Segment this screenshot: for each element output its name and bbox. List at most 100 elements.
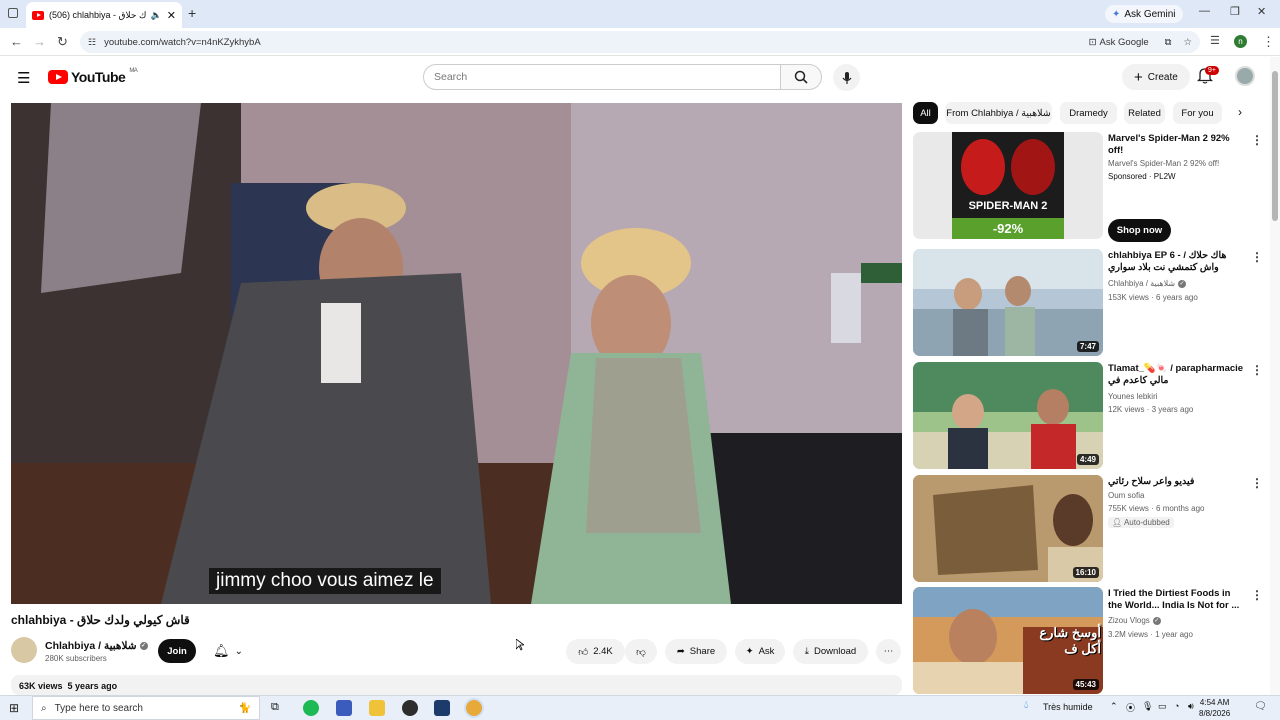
ad-sponsored-label: Sponsored · PL2W <box>1108 172 1176 181</box>
video-title[interactable]: فيديو واعر سلاح رئاتي <box>1108 476 1244 488</box>
video-channel[interactable]: Chlahbiya / شلاهبية ✓ <box>1108 279 1187 288</box>
tab-search-icon[interactable] <box>8 8 18 18</box>
video-menu-icon[interactable]: ⋮ <box>1251 589 1263 601</box>
duration-badge: 7:47 <box>1076 341 1099 352</box>
region-code: MA <box>129 68 138 74</box>
chip-from-channel[interactable]: From Chlahbiya / شلاهبية <box>945 102 1052 124</box>
video-menu-icon[interactable]: ⋮ <box>1251 477 1263 489</box>
microphone-tray-icon[interactable]: 🎙︎ <box>1142 701 1153 712</box>
channel-avatar[interactable] <box>11 637 37 663</box>
address-bar[interactable]: ☷ youtube.com/watch?v=n4nKZykhybA ⊡ Ask G… <box>80 31 1200 53</box>
windows-start-icon[interactable]: ⊞ <box>9 701 19 715</box>
share-button[interactable]: ➦ Share <box>665 639 727 664</box>
new-tab-icon[interactable]: + <box>188 5 196 21</box>
video-title[interactable]: I Tried the Dirtiest Foods in the World.… <box>1108 588 1244 612</box>
video-channel[interactable]: Younes lebkiri <box>1108 392 1158 401</box>
video-thumbnail[interactable]: 4:49 <box>913 362 1103 469</box>
location-icon[interactable]: ⦿ <box>1126 701 1135 714</box>
ask-google-button[interactable]: ⊡ Ask Google <box>1089 37 1149 48</box>
channel-name-text[interactable]: Chlahbiya / شلاهبية <box>45 640 137 652</box>
video-menu-icon[interactable]: ⋮ <box>1251 251 1263 263</box>
reading-list-icon[interactable]: ☰ <box>1210 34 1220 47</box>
subscription-bell-button[interactable]: 🔔︎ ⌄ <box>203 639 253 663</box>
spotify-icon[interactable] <box>303 700 319 716</box>
scrollbar-thumb[interactable] <box>1272 71 1278 221</box>
chip-dramedy[interactable]: Dramedy <box>1060 102 1117 124</box>
ask-gemini-button[interactable]: ✦ Ask Gemini <box>1105 5 1183 23</box>
steam-icon[interactable] <box>434 700 450 716</box>
recorder-icon[interactable] <box>402 700 418 716</box>
taskbar-search-input[interactable]: ⌕ Type here to search 🐈 <box>32 696 260 720</box>
video-thumbnail[interactable]: 7:47 <box>913 249 1103 356</box>
weather-text[interactable]: Très humide <box>1043 702 1093 712</box>
back-icon[interactable]: ← <box>10 34 23 49</box>
chip-for-you[interactable]: For you <box>1173 102 1222 124</box>
shop-now-button[interactable]: Shop now <box>1108 219 1171 242</box>
search-button[interactable] <box>780 64 822 90</box>
ask-google-label: Ask Google <box>1099 36 1149 48</box>
channel-text[interactable]: Chlahbiya / شلاهبية <box>1108 279 1175 288</box>
chip-related[interactable]: Related <box>1124 102 1165 124</box>
profile-avatar-icon[interactable]: n <box>1234 35 1247 48</box>
url-text[interactable]: youtube.com/watch?v=n4nKZykhybA <box>104 37 1089 48</box>
search-input[interactable]: Search <box>423 64 781 90</box>
windows-taskbar: ⊞ ⌕ Type here to search 🐈 ⧉ 💧︎ Très humi… <box>0 695 1280 720</box>
create-label: Create <box>1147 71 1178 83</box>
volume-icon[interactable]: 🔊︎ <box>1188 701 1194 712</box>
bookmark-star-icon[interactable]: ☆ <box>1183 37 1192 48</box>
video-title[interactable]: chlahbiya EP 6 - هاك حلاك / واش كتمشي نت… <box>1108 250 1244 274</box>
channel-name[interactable]: Chlahbiya / شلاهبية ✓ <box>45 640 148 652</box>
video-title[interactable]: Tlamat_💊🍬 / parapharmacie مالي كاعدم في <box>1108 363 1244 387</box>
tray-overflow-icon[interactable]: ⌃ <box>1110 701 1118 712</box>
voice-search-button[interactable] <box>833 64 860 91</box>
ad-thumbnail[interactable]: SPIDER-MAN 2 -92% <box>913 132 1103 239</box>
video-channel[interactable]: Zizou Vlogs ✓ <box>1108 616 1161 625</box>
dislike-button[interactable]: 👎︎ <box>625 639 657 664</box>
browser-tab[interactable]: (506) chlahbiya - قاش كيولي ولدك حلاق 🔈 … <box>26 2 182 28</box>
notification-center-icon[interactable]: 🗨︎ <box>1254 701 1267 712</box>
video-menu-icon[interactable]: ⋮ <box>1251 364 1263 376</box>
video-player[interactable]: jimmy choo vous aimez le <box>11 103 902 604</box>
chevron-right-icon[interactable]: › <box>1238 105 1242 119</box>
like-button[interactable]: 👍︎ 2.4K <box>566 639 625 664</box>
plus-icon: + <box>1134 68 1143 86</box>
account-avatar[interactable] <box>1235 66 1255 86</box>
chrome-icon[interactable] <box>466 700 482 716</box>
chip-all[interactable]: All <box>913 102 938 124</box>
download-button[interactable]: ⤓ Download <box>793 639 868 664</box>
filter-chips: All From Chlahbiya / شلاهبية Dramedy Rel… <box>912 102 1252 126</box>
task-view-icon[interactable]: ⧉ <box>271 701 279 714</box>
join-button[interactable]: Join <box>158 639 196 663</box>
video-channel[interactable]: Oum sofia <box>1108 491 1144 500</box>
app-icon[interactable] <box>336 700 352 716</box>
ad-menu-icon[interactable]: ⋮ <box>1251 134 1263 146</box>
ask-button[interactable]: ✦ Ask <box>735 639 785 664</box>
tab-close-icon[interactable]: ✕ <box>167 9 176 22</box>
tab-title: (506) chlahbiya - قاش كيولي ولدك حلاق <box>49 9 146 20</box>
channel-text[interactable]: Zizou Vlogs <box>1108 616 1150 625</box>
minimize-icon[interactable]: — <box>1199 5 1210 17</box>
microphone-icon <box>842 71 851 84</box>
reload-icon[interactable]: ↻ <box>57 34 68 50</box>
create-button[interactable]: + Create <box>1122 64 1190 90</box>
install-icon[interactable]: ⧉ <box>1165 37 1172 48</box>
restore-icon[interactable]: ❐ <box>1230 5 1240 18</box>
file-explorer-icon[interactable] <box>369 700 385 716</box>
more-actions-button[interactable]: ⋯ <box>876 639 901 664</box>
close-window-icon[interactable]: ✕ <box>1257 5 1266 18</box>
site-info-icon[interactable]: ☷ <box>88 37 96 48</box>
tab-audio-icon[interactable]: 🔈 <box>151 10 162 21</box>
network-icon[interactable]: ▭ <box>1158 701 1167 712</box>
video-thumbnail[interactable]: أوسخ شارع أكل ف 45:43 <box>913 587 1103 694</box>
description-box[interactable]: 63K views 5 years ago <box>11 675 902 695</box>
wifi-icon[interactable]: ◔ <box>1174 701 1179 711</box>
page-scrollbar[interactable] <box>1270 57 1280 695</box>
hamburger-menu-icon[interactable]: ☰ <box>17 69 30 87</box>
video-thumbnail[interactable]: 16:10 <box>913 475 1103 582</box>
youtube-logo[interactable]: YouTube MA <box>48 68 138 85</box>
browser-menu-icon[interactable]: ⋮ <box>1262 34 1275 50</box>
forward-icon[interactable]: → <box>33 34 46 49</box>
ad-title[interactable]: Marvel's Spider-Man 2 92% off! <box>1108 133 1244 157</box>
clock-date: 8/8/2026 <box>1199 709 1231 718</box>
system-clock[interactable]: 4:54 AM 8/8/2026 <box>1199 697 1230 719</box>
